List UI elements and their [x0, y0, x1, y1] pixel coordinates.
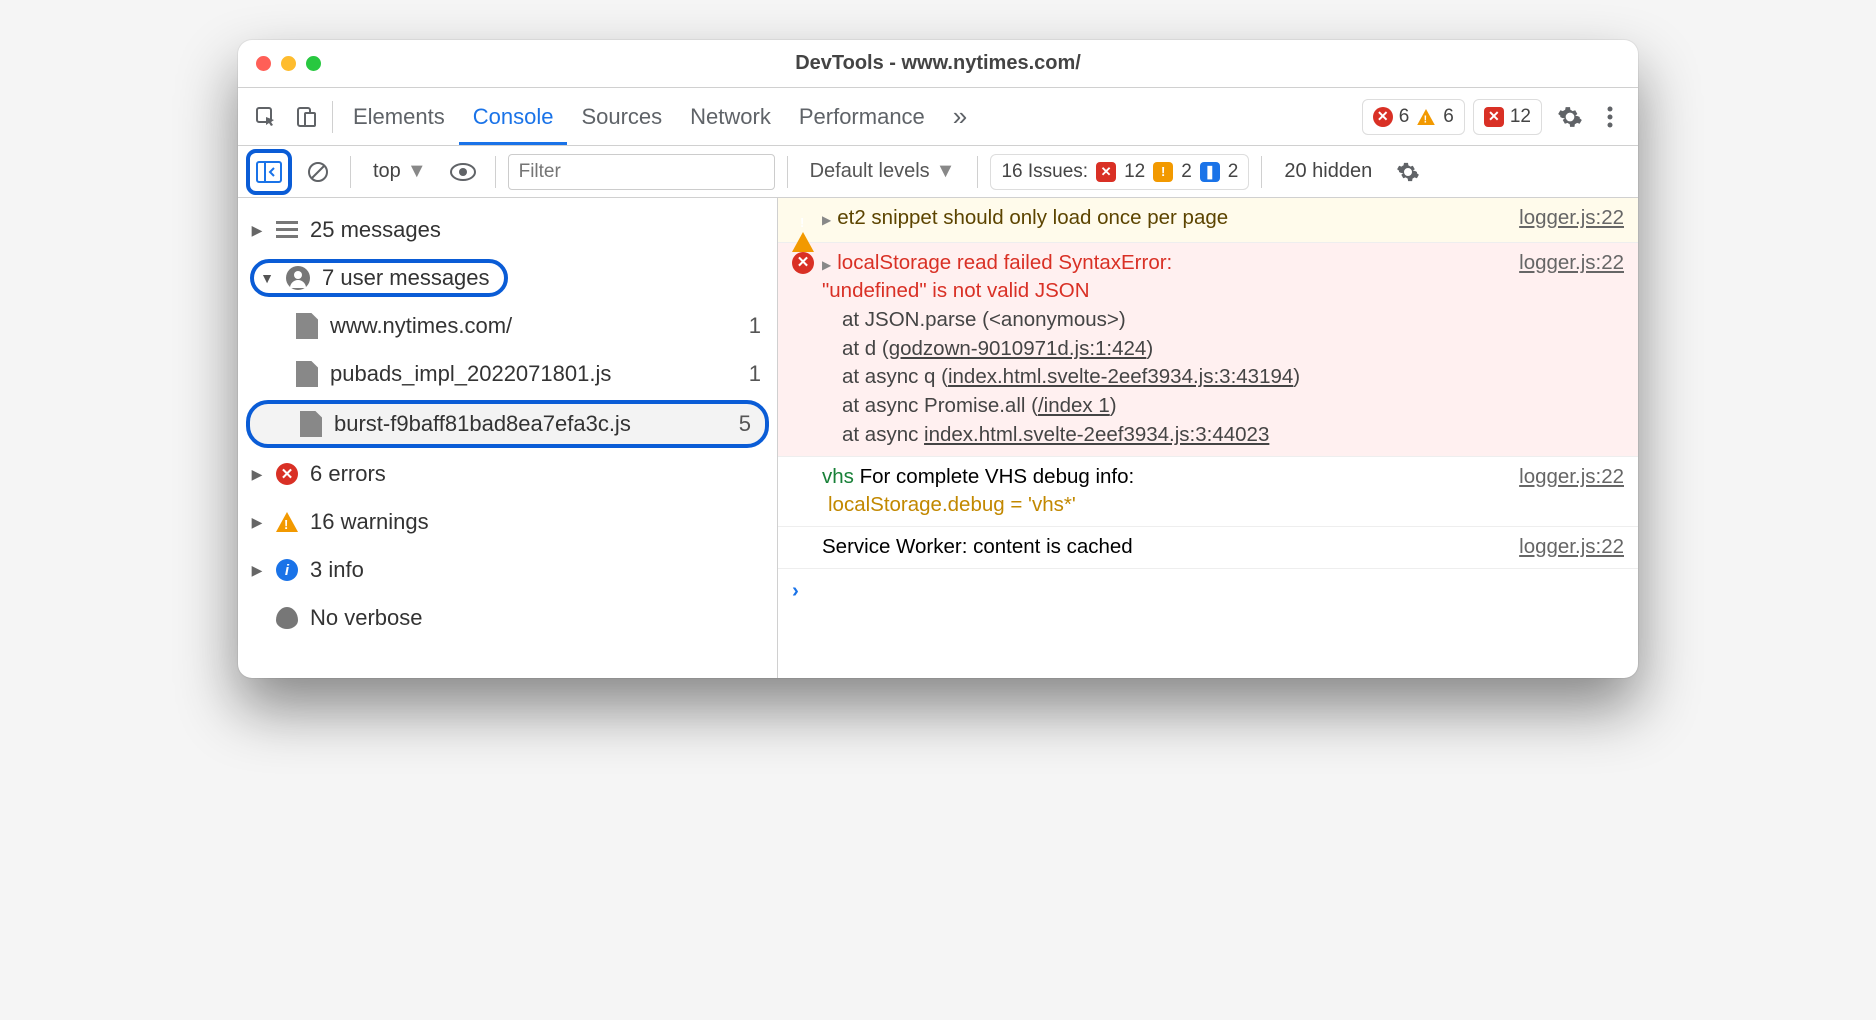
extension-error-icon: ✕ — [1484, 107, 1504, 127]
stack-link[interactable]: /index 1 — [1038, 394, 1110, 417]
issue-info-icon: ❚ — [1200, 162, 1220, 182]
file-icon — [300, 411, 322, 437]
expand-icon[interactable] — [822, 251, 837, 274]
execution-context-selector[interactable]: top ▼ — [363, 156, 437, 187]
console-sidebar-toggle-icon[interactable] — [251, 154, 287, 190]
console-log-list: et2 snippet should only load once per pa… — [778, 198, 1638, 678]
chevron-down-icon: ▼ — [936, 160, 956, 183]
file-icon — [296, 361, 318, 387]
expand-icon: ▶ — [250, 514, 264, 531]
sidebar-file-item[interactable]: www.nytimes.com/ 1 — [238, 302, 777, 350]
highlight-sidebar-toggle — [246, 149, 292, 195]
log-levels-selector[interactable]: Default levels ▼ — [800, 156, 966, 187]
bug-icon — [276, 607, 298, 629]
live-expression-icon[interactable] — [443, 152, 483, 192]
tab-performance[interactable]: Performance — [785, 88, 939, 145]
log-entry-warning[interactable]: et2 snippet should only load once per pa… — [778, 198, 1638, 243]
console-filter-input[interactable] — [508, 154, 775, 190]
log-entry-error[interactable]: ✕ localStorage read failed SyntaxError:"… — [778, 243, 1638, 457]
expand-icon: ▶ — [250, 222, 264, 239]
titlebar: DevTools - www.nytimes.com/ — [238, 40, 1638, 88]
more-tabs-button[interactable]: » — [939, 88, 981, 145]
separator — [332, 101, 333, 133]
source-link[interactable]: logger.js:22 — [1507, 533, 1624, 562]
devtools-window: DevTools - www.nytimes.com/ Elements Con… — [238, 40, 1638, 678]
source-link[interactable]: logger.js:22 — [1507, 204, 1624, 236]
console-prompt[interactable]: › — [778, 569, 1638, 614]
separator — [1261, 156, 1262, 188]
settings-icon[interactable] — [1550, 97, 1590, 137]
stack-link[interactable]: index.html.svelte-2eef3934.js:3:43194 — [948, 365, 1293, 388]
close-window-button[interactable] — [256, 56, 271, 71]
minimize-window-button[interactable] — [281, 56, 296, 71]
sidebar-verbose[interactable]: No verbose — [238, 594, 777, 642]
error-icon: ✕ — [276, 463, 298, 485]
stack-trace: at JSON.parse (<anonymous>) at d (godzow… — [792, 306, 1624, 449]
console-toolbar: top ▼ Default levels ▼ 16 Issues: ✕12 !2… — [238, 146, 1638, 198]
issues-summary[interactable]: 16 Issues: ✕12 !2 ❚2 — [990, 154, 1249, 190]
file-icon — [296, 313, 318, 339]
warning-icon — [276, 512, 298, 532]
tab-sources[interactable]: Sources — [567, 88, 676, 145]
sidebar-file-item[interactable]: pubads_impl_2022071801.js 1 — [238, 350, 777, 398]
stack-link[interactable]: godzown-9010971d.js:1:424 — [889, 337, 1147, 360]
window-title: DevTools - www.nytimes.com/ — [238, 52, 1638, 75]
separator — [350, 156, 351, 188]
separator — [977, 156, 978, 188]
highlight-user-messages: ▼ 7 user messages — [250, 259, 508, 297]
sidebar-file-item-selected[interactable]: burst-f9baff81bad8ea7efa3c.js 5 — [246, 400, 769, 448]
chevron-down-icon: ▼ — [407, 160, 427, 183]
warning-icon — [792, 204, 814, 236]
tab-network[interactable]: Network — [676, 88, 785, 145]
console-settings-icon[interactable] — [1388, 152, 1428, 192]
user-icon — [286, 266, 310, 290]
log-entry-info[interactable]: vhs For complete VHS debug info: logger.… — [778, 457, 1638, 527]
separator — [495, 156, 496, 188]
sidebar-warnings[interactable]: ▶ 16 warnings — [238, 498, 777, 546]
zoom-window-button[interactable] — [306, 56, 321, 71]
expand-icon: ▶ — [250, 562, 264, 579]
issue-error-icon: ✕ — [1096, 162, 1116, 182]
collapse-icon: ▼ — [260, 270, 274, 286]
messages-icon — [276, 221, 298, 239]
tabbar-error-warning-badge[interactable]: ✕6 6 — [1362, 99, 1465, 135]
stack-link[interactable]: index.html.svelte-2eef3934.js:3:44023 — [924, 423, 1269, 446]
device-toolbar-icon[interactable] — [286, 97, 326, 137]
issue-warning-icon: ! — [1153, 162, 1173, 182]
error-icon: ✕ — [1373, 107, 1393, 127]
expand-icon: ▶ — [250, 466, 264, 483]
sidebar-all-messages[interactable]: ▶ 25 messages — [238, 206, 777, 254]
sidebar-info[interactable]: ▶ i 3 info — [238, 546, 777, 594]
expand-icon[interactable] — [822, 206, 837, 229]
info-icon: i — [276, 559, 298, 581]
clear-console-icon[interactable] — [298, 152, 338, 192]
hidden-count[interactable]: 20 hidden — [1274, 156, 1382, 187]
source-link[interactable]: logger.js:22 — [1507, 249, 1624, 306]
error-icon: ✕ — [792, 249, 814, 306]
tabbar-extension-badge[interactable]: ✕12 — [1473, 99, 1542, 135]
separator — [787, 156, 788, 188]
console-body: ▶ 25 messages ▼ 7 user messages www.nyti… — [238, 198, 1638, 678]
sidebar-errors[interactable]: ▶ ✕ 6 errors — [238, 450, 777, 498]
log-entry-info[interactable]: Service Worker: content is cached logger… — [778, 527, 1638, 569]
kebab-menu-icon[interactable] — [1590, 97, 1630, 137]
inspect-element-icon[interactable] — [246, 97, 286, 137]
tab-elements[interactable]: Elements — [339, 88, 459, 145]
console-sidebar: ▶ 25 messages ▼ 7 user messages www.nyti… — [238, 198, 778, 678]
warning-icon — [1417, 109, 1435, 125]
source-link[interactable]: logger.js:22 — [1507, 463, 1624, 492]
sidebar-user-messages[interactable]: ▼ 7 user messages — [238, 254, 777, 302]
window-controls — [238, 56, 321, 71]
main-tabbar: Elements Console Sources Network Perform… — [238, 88, 1638, 146]
tab-console[interactable]: Console — [459, 88, 568, 145]
